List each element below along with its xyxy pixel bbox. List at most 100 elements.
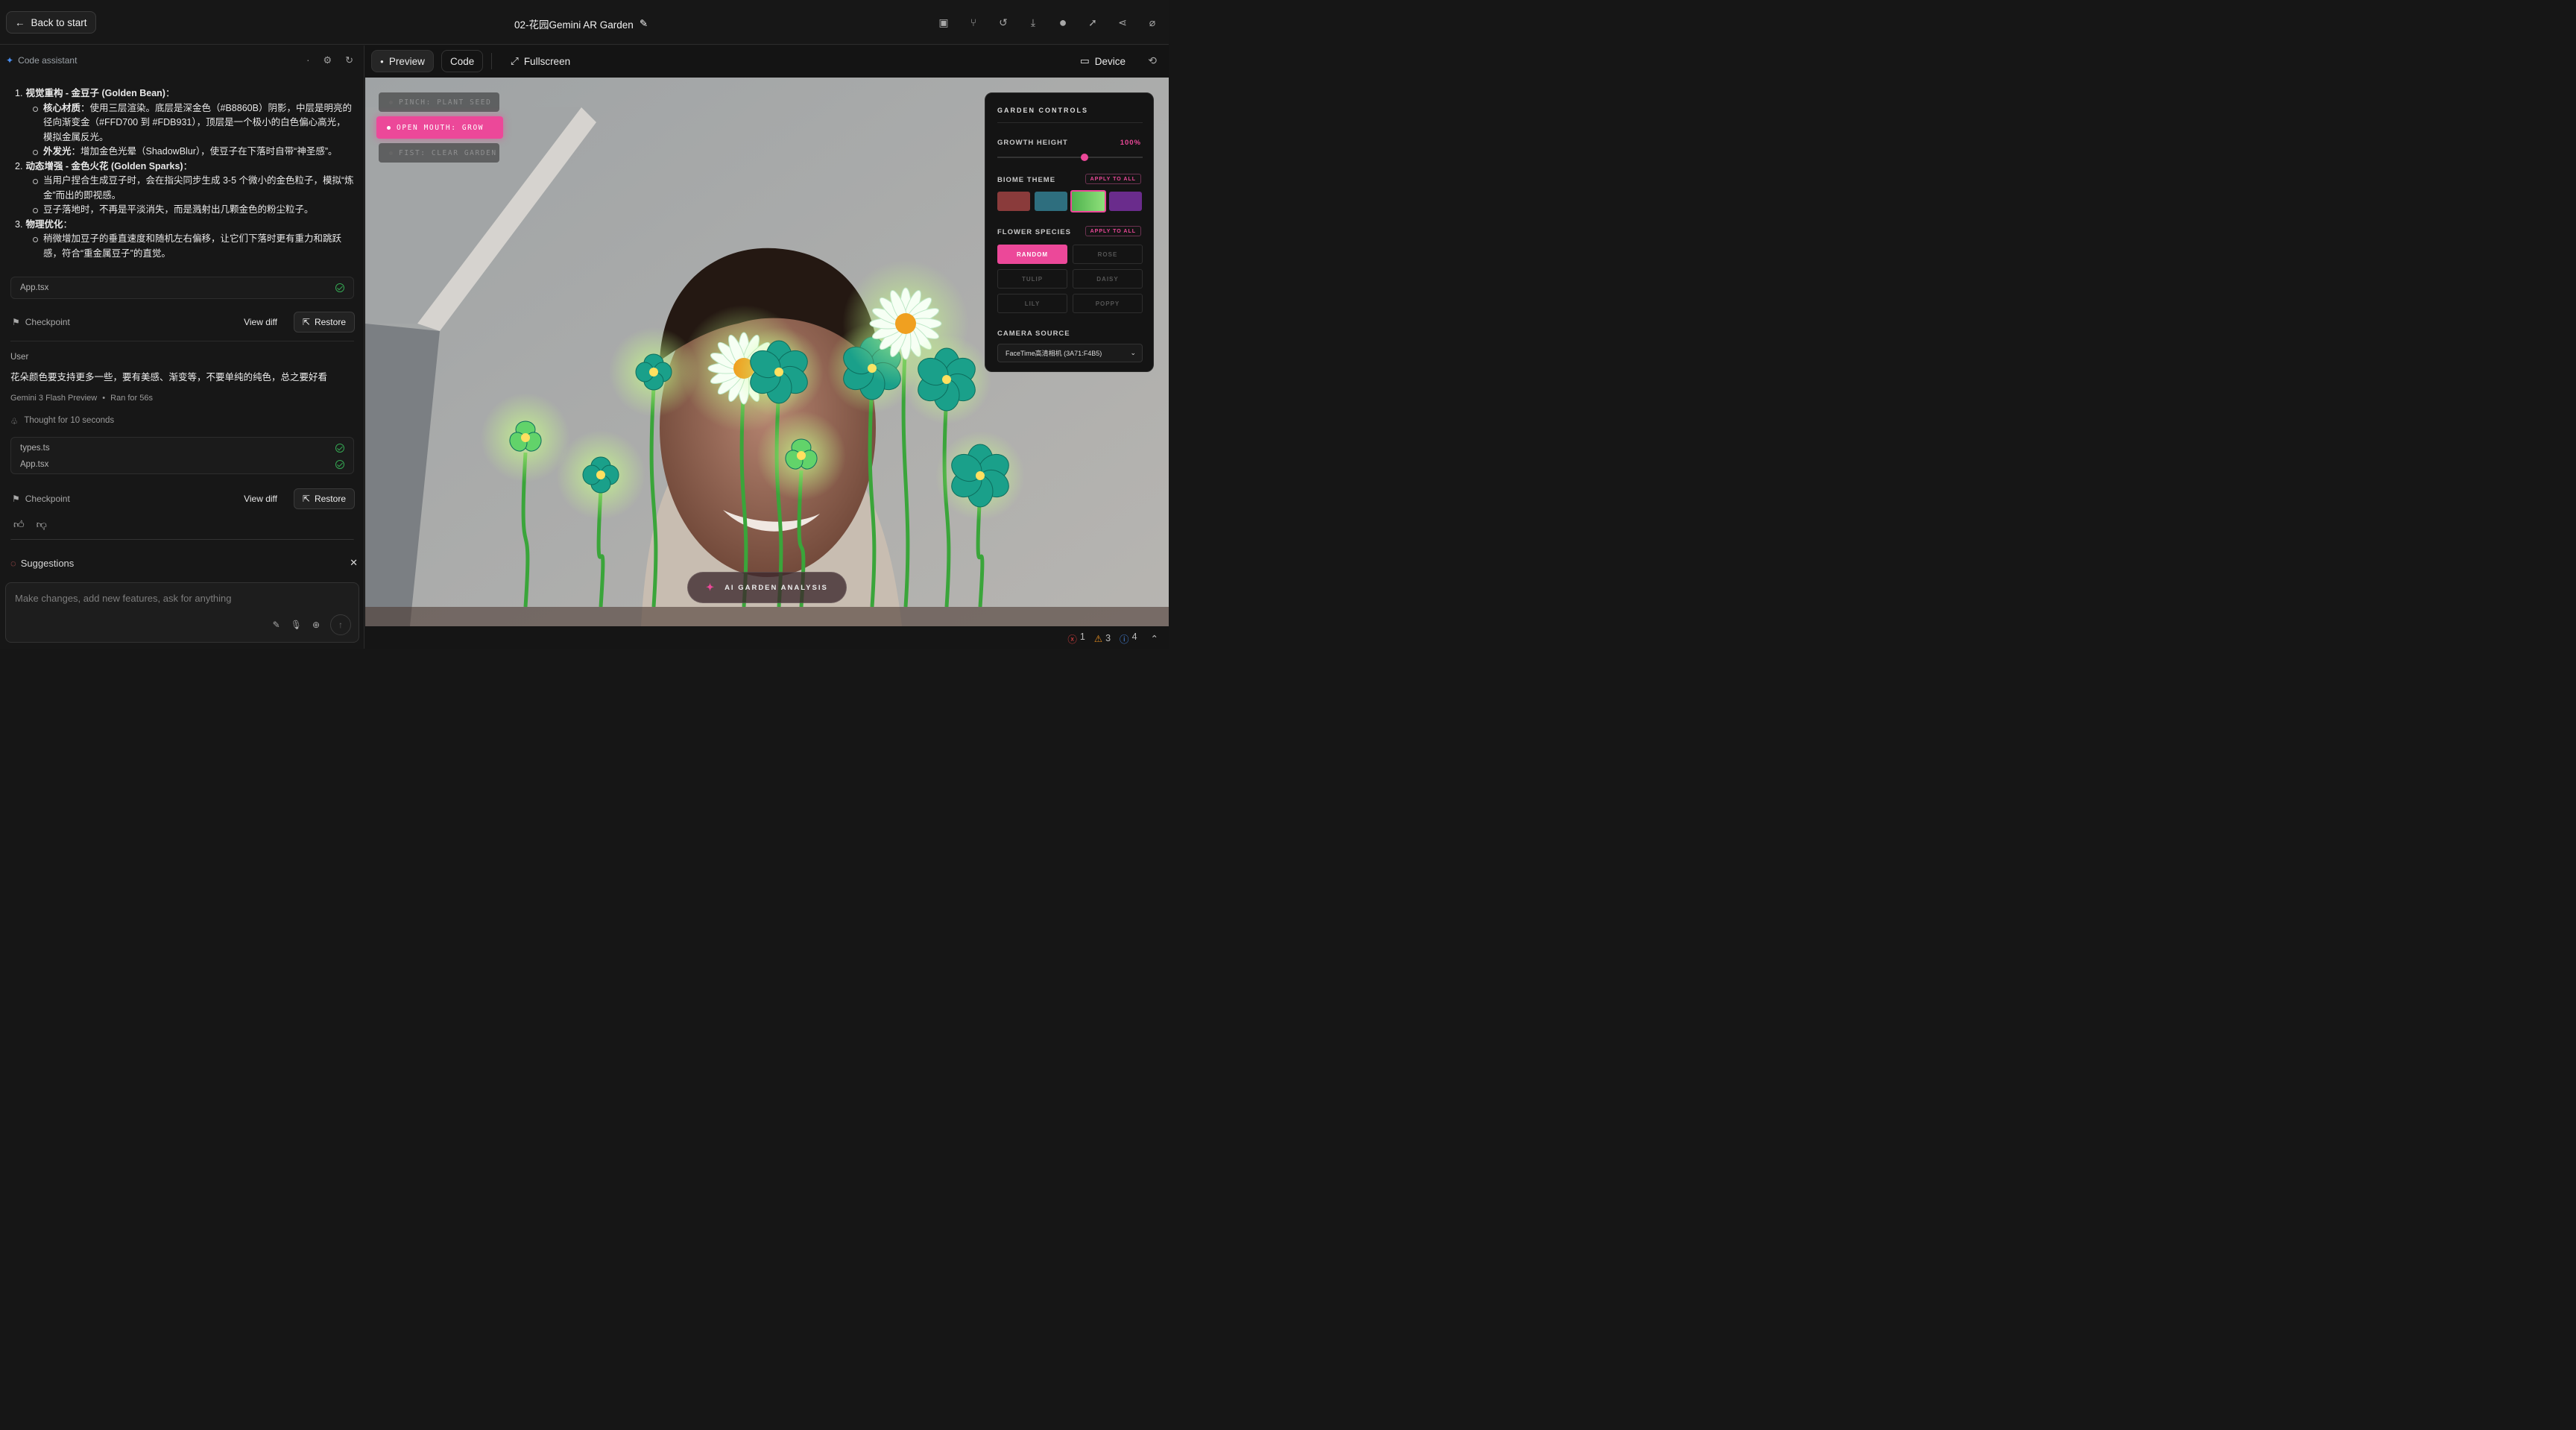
thought-row[interactable]: ♧ Thought for 10 seconds: [10, 416, 114, 426]
run-meta: Gemini 3 Flash Preview • Ran for 56s: [10, 394, 154, 403]
species-option[interactable]: RANDOM: [997, 245, 1067, 264]
bullet-text: 豆子落地时，不再是平淡消失，而是溅射出几颗金色的粉尘粒子。: [43, 204, 314, 215]
prompt-input[interactable]: Make changes, add new features, ask for …: [5, 582, 359, 643]
deploy-icon[interactable]: ➚: [1085, 15, 1100, 30]
chevron-up-icon[interactable]: ⌃: [1151, 633, 1158, 644]
biome-swatch[interactable]: [997, 192, 1030, 211]
species-option[interactable]: LILY: [997, 294, 1067, 313]
assistant-header: ✦ Code assistant: [6, 55, 77, 66]
hide-icon[interactable]: ⌀: [1145, 15, 1160, 30]
ai-button-label: AI GARDEN ANALYSIS: [724, 583, 828, 592]
item-title: 物理优化: [25, 218, 63, 230]
thumbs-down-icon[interactable]: 👎︎: [37, 518, 47, 531]
back-to-start-button[interactable]: ← Back to start: [6, 11, 96, 34]
tab-preview[interactable]: ● Preview: [371, 50, 434, 72]
tab-fullscreen-label: Fullscreen: [523, 55, 571, 67]
species-option[interactable]: ROSE: [1073, 245, 1143, 264]
apply-biome-button[interactable]: APPLY TO ALL: [1085, 174, 1141, 184]
numbered-item: 3. 物理优化：: [15, 218, 72, 230]
send-button[interactable]: ↑: [330, 614, 351, 635]
code-assistant-panel: ✦ Code assistant · ⚙ ↻ 1. 视觉重构 - 金豆子 (Gol…: [0, 45, 364, 649]
item-number: 3.: [15, 218, 23, 230]
restore-button[interactable]: ⇱ Restore: [293, 488, 355, 509]
bullet-bold: 核心材质: [43, 102, 81, 113]
flower-head: [556, 430, 645, 520]
ai-garden-analysis-button[interactable]: ✦ AI GARDEN ANALYSIS: [687, 572, 847, 603]
flower-head: [757, 411, 846, 500]
user-label: User: [10, 353, 29, 362]
restore-icon: ⇱: [302, 317, 310, 327]
status-dot-icon: [387, 125, 391, 130]
github-icon[interactable]: ●: [1055, 15, 1070, 30]
file-card[interactable]: App.tsx: [10, 277, 354, 299]
download-icon[interactable]: ⤓: [1026, 15, 1041, 30]
branch-icon[interactable]: ⑂: [966, 15, 981, 30]
view-diff-button[interactable]: View diff: [244, 494, 277, 504]
add-circle-icon[interactable]: ⊕: [312, 620, 320, 630]
growth-label: GROWTH HEIGHT: [997, 139, 1068, 147]
close-icon[interactable]: ✕: [350, 557, 358, 569]
save-icon[interactable]: ▣: [936, 15, 951, 30]
view-diff-button[interactable]: View diff: [244, 317, 277, 327]
species-label: FLOWER SPECIES: [997, 228, 1071, 236]
apply-species-button[interactable]: APPLY TO ALL: [1085, 226, 1141, 236]
top-bar: ← Back to start 02-花园Gemini AR Garden ✎ …: [0, 0, 1169, 45]
checkpoint-row: ⚑ Checkpoint View diff ⇱ Restore: [12, 488, 355, 510]
gesture-indicator: OPEN MOUTH: GROW: [376, 116, 503, 139]
growth-slider[interactable]: [997, 154, 1143, 161]
tab-code-label: Code: [450, 55, 475, 67]
check-circle-icon: [335, 444, 344, 453]
magic-wand-icon[interactable]: ✎: [273, 620, 280, 630]
refresh-icon[interactable]: ↻: [345, 54, 353, 66]
settings-gear-icon[interactable]: ⚙: [323, 54, 332, 66]
edit-pencil-icon[interactable]: ✎: [640, 18, 648, 30]
info-count: 4: [1131, 631, 1137, 642]
user-message: 花朵颜色要支持更多一些，要有美感、渐变等，不要单纯的纯色，总之要好看: [10, 372, 328, 382]
diagnostics[interactable]: ⓧ 1 ⚠ 3 ⓘ 4 ⌃: [1067, 631, 1158, 646]
slider-thumb[interactable]: [1081, 154, 1088, 161]
warning-count: 3: [1105, 633, 1111, 643]
species-option[interactable]: TULIP: [997, 269, 1067, 289]
gesture-label: FIST: CLEAR GARDEN: [399, 148, 497, 157]
bullet-item: 稍微增加豆子的垂直速度和随机左右偏移，让它们下落时更有重力和跳跃感，符合“重金属…: [31, 232, 355, 261]
status-bar: ⓧ 1 ⚠ 3 ⓘ 4 ⌃: [365, 626, 1169, 649]
lightbulb-icon: ♧: [10, 418, 19, 426]
species-option[interactable]: POPPY: [1073, 294, 1143, 313]
tab-code[interactable]: Code: [441, 50, 484, 72]
bullet-item: 豆子落地时，不再是平淡消失，而是溅射出几颗金色的粉尘粒子。: [31, 203, 355, 218]
biome-swatch[interactable]: [1035, 192, 1067, 211]
suggestions-label: Suggestions: [20, 557, 75, 569]
biome-label: BIOME THEME: [997, 176, 1056, 184]
restore-button[interactable]: ⇱ Restore: [293, 312, 355, 333]
bullet-text: 当用户捏合生成豆子时，会在指尖同步生成 3-5 个微小的金色粒子，模拟“炼金”而…: [43, 175, 354, 201]
tab-fullscreen[interactable]: ⤢ Fullscreen: [502, 50, 578, 72]
thumbs-up-icon[interactable]: 👍︎: [13, 518, 25, 531]
rotate-icon[interactable]: ⟲: [1148, 54, 1157, 67]
project-title: 02-花园Gemini AR Garden ✎: [514, 16, 648, 31]
ar-preview[interactable]: PINCH: PLANT SEED OPEN MOUTH: GROW FIST: C…: [365, 78, 1169, 626]
sparkle-icon: ✦: [706, 582, 716, 593]
info-icon: ⓘ: [1120, 634, 1129, 645]
flower-head: [734, 327, 824, 417]
item-number: 2.: [15, 160, 23, 171]
assistant-message: 1. 视觉重构 - 金豆子 (Golden Bean)： 核心材质：使用三层渲染。底…: [10, 86, 355, 261]
file-row[interactable]: App.tsx: [11, 456, 353, 473]
more-dot-icon[interactable]: ·: [306, 54, 309, 66]
warning-icon: ⚠: [1093, 634, 1103, 644]
back-label: Back to start: [31, 16, 87, 28]
divider: [997, 122, 1143, 123]
device-button[interactable]: ▭ Device: [1072, 50, 1134, 72]
item-number: 1.: [15, 88, 23, 98]
garden-controls-panel: GARDEN CONTROLS GROWTH HEIGHT 100% BIOME…: [985, 92, 1154, 372]
biome-swatch[interactable]: [1109, 192, 1142, 211]
numbered-item: 1. 视觉重构 - 金豆子 (Golden Bean)：: [15, 88, 175, 98]
file-row[interactable]: types.ts: [11, 440, 353, 456]
bullet-item: 核心材质：使用三层渲染。底层是深金色（#B8860B）阴影，中层是明亮的径向渐变…: [31, 101, 355, 145]
share-icon[interactable]: ⋖: [1115, 15, 1130, 30]
species-option[interactable]: DAISY: [1073, 269, 1143, 289]
microphone-icon[interactable]: 🎙︎: [291, 620, 302, 630]
prompt-placeholder: Make changes, add new features, ask for …: [15, 593, 232, 604]
biome-swatch[interactable]: [1070, 190, 1106, 212]
camera-select[interactable]: FaceTime高清相机 (3A71:F4B5) ⌄: [997, 344, 1143, 362]
history-icon[interactable]: ↺: [996, 15, 1011, 30]
